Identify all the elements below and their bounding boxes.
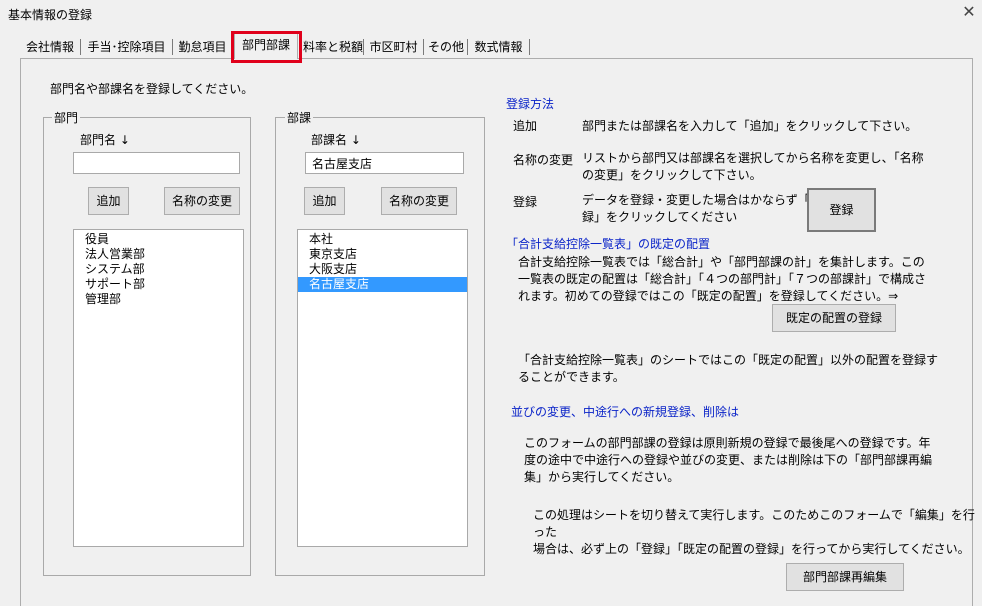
- default-layout-register-button[interactable]: 既定の配置の登録: [772, 304, 896, 332]
- buka-add-button[interactable]: 追加: [304, 187, 345, 215]
- instruction-text: 部門名や部課名を登録してください。: [50, 82, 254, 96]
- buka-rename-button[interactable]: 名称の変更: [381, 187, 457, 215]
- buka-name-input[interactable]: [305, 152, 464, 174]
- tab-attendance[interactable]: 勤怠項目: [173, 39, 233, 55]
- tab-formula-info[interactable]: 数式情報: [468, 39, 530, 55]
- sheet-description: 「合計支給控除一覧表」のシートではこの「既定の配置」以外の配置を登録す ることが…: [518, 353, 939, 384]
- active-tab-highlight: [231, 31, 302, 63]
- tab-rates-tax[interactable]: 料率と税額: [299, 39, 364, 55]
- default-layout-description: 合計支給控除一覧表では「総合計」や「部門部課の計」を集計します。この 一覧表の既…: [518, 255, 927, 303]
- reorder-heading: 並びの変更、中途行への新規登録、削除は: [511, 405, 740, 419]
- switch-description: この処理はシートを切り替えて実行します。このためこのフォームで「編集」を行った …: [533, 508, 975, 556]
- bumon-group-label: 部門: [52, 109, 81, 126]
- buka-name-label: 部課名 ↓: [311, 133, 361, 147]
- add-term: 追加: [513, 119, 538, 133]
- default-layout-heading: 「合計支給控除一覧表」の既定の配置: [506, 237, 711, 251]
- bumon-name-label: 部門名 ↓: [80, 133, 130, 147]
- list-item[interactable]: サポート部: [74, 277, 243, 292]
- list-item[interactable]: 東京支店: [298, 247, 467, 262]
- register-description: データを登録・変更した場合はかならず「登 録」をクリックしてください: [582, 193, 822, 224]
- method-heading: 登録方法: [506, 97, 555, 111]
- list-item[interactable]: 管理部: [74, 292, 243, 307]
- bumon-add-button[interactable]: 追加: [88, 187, 129, 215]
- tab-company-info[interactable]: 会社情報: [20, 39, 81, 55]
- buka-list[interactable]: 本社 東京支店 大阪支店 名古屋支店: [297, 229, 468, 547]
- register-button[interactable]: 登録: [807, 188, 876, 232]
- bumon-rename-button[interactable]: 名称の変更: [164, 187, 240, 215]
- reorder-description: このフォームの部門部課の登録は原則新規の登録で最後尾への登録です。年 度の途中で…: [524, 436, 933, 484]
- list-item[interactable]: 法人営業部: [74, 247, 243, 262]
- tab-other[interactable]: その他: [424, 39, 468, 55]
- tab-allowance-deduction[interactable]: 手当･控除項目: [81, 39, 173, 55]
- window-title: 基本情報の登録: [8, 8, 93, 22]
- list-item[interactable]: 役員: [74, 232, 243, 247]
- list-item[interactable]: システム部: [74, 262, 243, 277]
- rename-description: リストから部門又は部課名を選択してから名称を変更し、「名称 の変更」をクリックし…: [582, 151, 924, 182]
- list-item[interactable]: 大阪支店: [298, 262, 467, 277]
- buka-group-label: 部課: [285, 109, 314, 126]
- register-term: 登録: [513, 195, 538, 209]
- bumon-list[interactable]: 役員 法人営業部 システム部 サポート部 管理部: [73, 229, 244, 547]
- list-item[interactable]: 本社: [298, 232, 467, 247]
- bumon-name-input[interactable]: [73, 152, 240, 174]
- tab-municipality[interactable]: 市区町村: [364, 39, 424, 55]
- reedit-button[interactable]: 部門部課再編集: [786, 563, 904, 591]
- rename-term: 名称の変更: [513, 153, 574, 167]
- close-icon[interactable]: ✕: [959, 2, 979, 22]
- add-description: 部門または部課名を入力して「追加」をクリックして下さい。: [582, 119, 918, 133]
- list-item-selected[interactable]: 名古屋支店: [298, 277, 467, 292]
